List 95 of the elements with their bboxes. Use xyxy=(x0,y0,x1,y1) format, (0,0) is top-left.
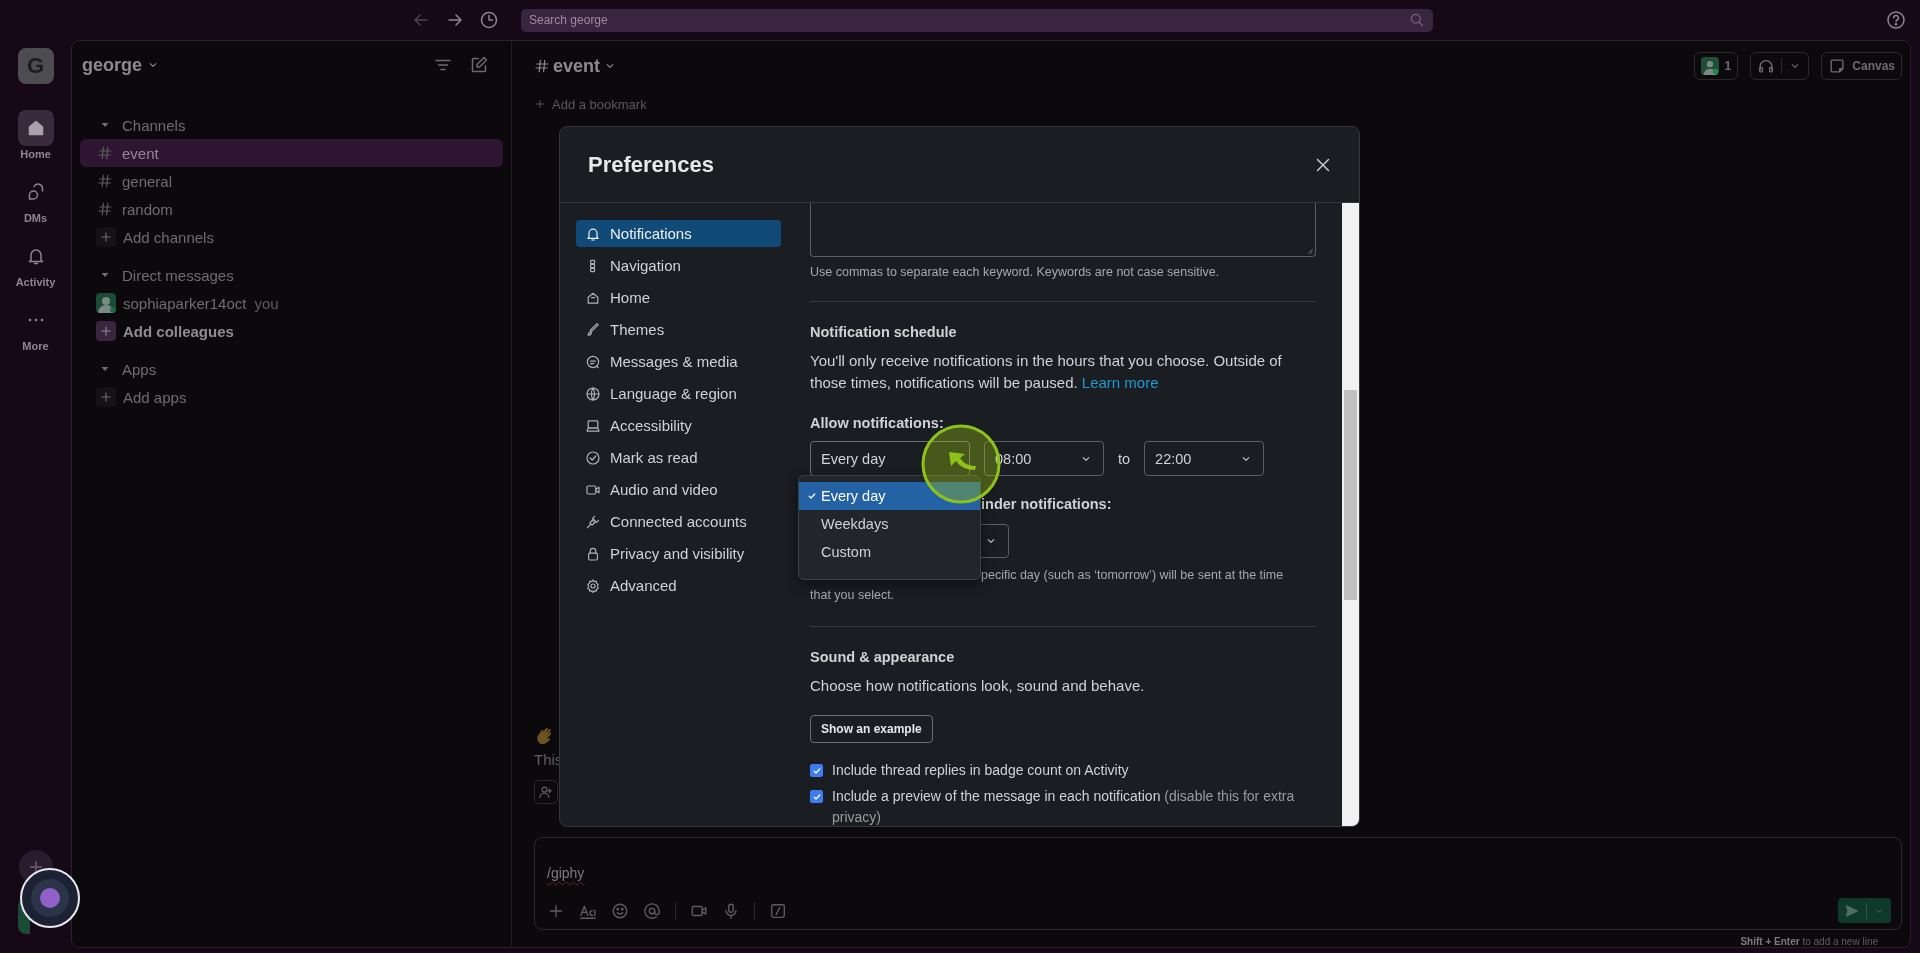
section-header[interactable]: Apps xyxy=(80,355,503,383)
emoji-icon[interactable] xyxy=(611,901,629,920)
rail-label: Home xyxy=(20,148,51,160)
channel-name[interactable]: event xyxy=(534,55,618,77)
send-button[interactable] xyxy=(1838,898,1891,923)
laptop-icon xyxy=(585,417,601,434)
history-clock-icon[interactable] xyxy=(479,10,499,30)
field-label: inder notifications: xyxy=(981,495,1112,514)
lock-icon xyxy=(585,545,601,562)
preferences-tab[interactable]: Notifications xyxy=(576,220,781,247)
scrollbar[interactable] xyxy=(1342,203,1359,826)
more-dots-icon xyxy=(26,318,45,322)
you-label: you xyxy=(254,294,279,312)
huddle-button[interactable] xyxy=(1750,52,1810,80)
dropdown-option[interactable]: Custom xyxy=(799,538,980,566)
help-text: that you select. xyxy=(810,587,895,604)
add-people-button[interactable] xyxy=(534,780,558,804)
preferences-tab[interactable]: Audio and video xyxy=(576,476,781,503)
field-label: Allow notifications: xyxy=(810,414,945,433)
slash-command-icon[interactable] xyxy=(769,901,787,920)
hash-icon xyxy=(97,145,113,161)
canvas-button[interactable]: Canvas xyxy=(1821,52,1902,80)
checkbox[interactable] xyxy=(810,790,823,803)
gear-icon xyxy=(585,577,601,594)
compose-icon[interactable] xyxy=(469,55,489,75)
description-text: Choose how notifications look, sound and behave. xyxy=(810,676,1146,696)
rail-label: Activity xyxy=(15,276,56,288)
preferences-tab[interactable]: Navigation xyxy=(576,252,781,279)
plug-icon xyxy=(585,513,601,530)
rail-label: More xyxy=(22,340,49,352)
checkmark-icon xyxy=(811,791,822,802)
preferences-tab[interactable]: Language & region xyxy=(576,380,781,407)
sidebar-item[interactable]: Add apps xyxy=(80,383,503,411)
preferences-tab[interactable]: Messages & media xyxy=(576,348,781,375)
help-text: pecific day (such as ‘tomorrow’) will be sent at the time xyxy=(981,567,1284,584)
members-button[interactable]: 1 xyxy=(1693,52,1739,80)
hash-icon xyxy=(97,201,113,217)
checkbox-label: Include a preview of the message in each notification (disable this for extra privacy) xyxy=(832,787,1296,826)
chat-bubble-icon xyxy=(585,353,601,370)
search-field[interactable]: Search george xyxy=(521,8,1433,32)
plus-icon xyxy=(96,387,116,407)
headphones-icon xyxy=(1757,57,1776,75)
dialog-title: Preferences xyxy=(588,151,714,178)
canvas-icon xyxy=(1828,57,1847,75)
globe-icon xyxy=(585,385,601,402)
person-add-icon xyxy=(538,784,554,800)
section-title: Notification schedule xyxy=(810,323,958,342)
dropdown-option[interactable]: Weekdays xyxy=(799,510,980,538)
sidebar-item[interactable]: Add colleagues xyxy=(80,317,503,345)
checkbox[interactable] xyxy=(810,764,823,777)
preferences-tab[interactable]: Accessibility xyxy=(576,412,781,439)
sidebar-item[interactable]: Add channels xyxy=(80,223,503,251)
show-example-button[interactable]: Show an example xyxy=(810,715,933,743)
help-icon[interactable] xyxy=(1886,10,1906,30)
avatar-icon xyxy=(1700,57,1719,75)
microphone-icon[interactable] xyxy=(722,901,740,920)
plus-icon xyxy=(96,227,116,247)
section-header[interactable]: Channels xyxy=(80,111,503,139)
description-text: You'll only receive notifications in the hours that you choose. Outside of those times, notifications will be paused. Learn more xyxy=(810,351,1283,393)
keyboard-hint: Shift + Enter to add a new line xyxy=(1739,935,1879,947)
preferences-tab[interactable]: Mark as read xyxy=(576,444,781,471)
preferences-tab[interactable]: Advanced xyxy=(576,572,781,599)
preferences-tab[interactable]: Themes xyxy=(576,316,781,343)
plus-icon xyxy=(534,98,546,110)
sidebar-item[interactable]: random xyxy=(80,195,503,223)
learn-more-link[interactable]: Learn more xyxy=(1081,374,1159,391)
search-icon xyxy=(1409,11,1425,28)
hash-icon xyxy=(534,58,550,74)
workspace-menu[interactable]: george xyxy=(82,54,160,76)
checkmark-icon xyxy=(811,765,822,776)
avatar-icon xyxy=(96,293,116,313)
help-text: Use commas to separate each keyword. Keywords are not case sensitive. xyxy=(810,264,1221,281)
check-circle-icon xyxy=(585,449,601,466)
preferences-tab[interactable]: Privacy and visibility xyxy=(576,540,781,567)
rail-label: DMs xyxy=(23,212,48,224)
rail-button[interactable] xyxy=(17,110,54,146)
checkmark-icon xyxy=(807,491,817,501)
message-input[interactable]: /giphy xyxy=(534,837,1902,930)
hash-icon xyxy=(97,173,113,189)
plus-icon xyxy=(96,321,116,341)
checkbox-label: Include thread replies in badge count on Activity xyxy=(832,761,1130,780)
preferences-tab[interactable]: Home xyxy=(576,284,781,311)
sidebar-item[interactable]: sophiaparker14oct you xyxy=(80,289,503,317)
section-header[interactable]: Direct messages xyxy=(80,261,503,289)
to-label: to xyxy=(1118,450,1131,467)
section-title: Sound & appearance xyxy=(810,648,956,667)
send-icon xyxy=(1844,902,1860,919)
dropdown-option[interactable]: Every day xyxy=(799,482,980,510)
end-time-select[interactable]: 22:00 xyxy=(1144,441,1265,476)
sidebar-item[interactable]: general xyxy=(80,167,503,195)
brush-icon xyxy=(585,321,601,338)
keywords-field[interactable] xyxy=(810,203,1316,257)
preferences-tab[interactable]: Connected accounts xyxy=(576,508,781,535)
mention-icon[interactable] xyxy=(643,901,661,920)
sidebar-item[interactable]: event xyxy=(80,139,503,167)
